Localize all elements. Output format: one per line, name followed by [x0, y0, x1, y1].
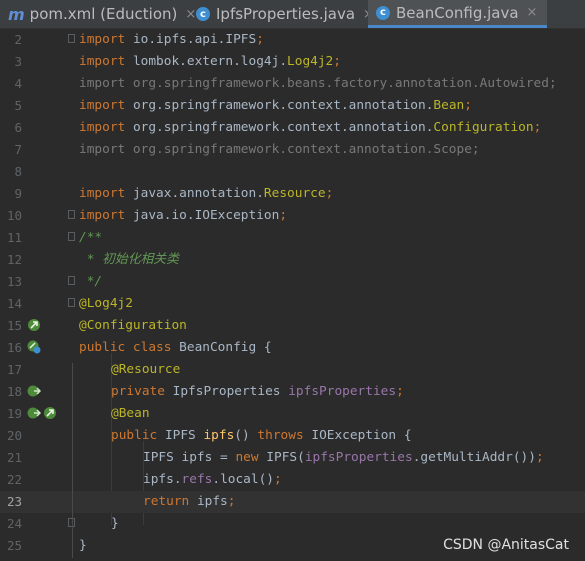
autowired-navigate-icon[interactable] [27, 384, 41, 398]
code-text: import org.springframework.beans.factory… [79, 76, 557, 91]
code-text: @Log4j2 [79, 296, 133, 311]
code-line: 5 import org.springframework.context.ann… [0, 95, 585, 117]
code-text: * 初始化相关类 [79, 252, 179, 267]
line-number: 4 [14, 76, 22, 91]
class-icon: c [376, 5, 390, 20]
code-line: 2 import io.ipfs.api.IPFS; [0, 29, 585, 51]
code-text: import io.ipfs.api.IPFS; [79, 32, 264, 47]
code-text: private IpfsProperties ipfsProperties; [111, 384, 404, 399]
line-number: 2 [14, 32, 22, 47]
code-line: 14 @Log4j2 [0, 293, 585, 315]
line-number: 6 [14, 120, 22, 135]
tab-label: IpfsProperties.java [216, 5, 356, 23]
line-number: 22 [6, 472, 22, 487]
code-text: } [79, 538, 87, 553]
line-number: 7 [14, 142, 22, 157]
code-line: 17 @Resource [0, 359, 585, 381]
code-line: 8 [0, 161, 585, 183]
fold-marker-icon[interactable] [68, 210, 75, 219]
line-number: 14 [6, 296, 22, 311]
fold-marker-icon[interactable] [68, 298, 75, 307]
line-number: 3 [14, 54, 22, 69]
watermark: CSDN @AnitasCat [443, 537, 569, 553]
line-number: 15 [6, 318, 22, 333]
code-line: 6 import org.springframework.context.ann… [0, 117, 585, 139]
tab-pom-xml[interactable]: m pom.xml (Eduction) × [8, 0, 196, 28]
code-text: public IPFS ipfs() throws IOException { [111, 428, 412, 443]
code-text: @Resource [111, 362, 181, 377]
code-line-current: 23 return ipfs; [0, 491, 585, 513]
bean-navigate-icon[interactable] [27, 406, 41, 420]
spring-bean-icon[interactable] [27, 318, 41, 332]
code-line: 12 * 初始化相关类 [0, 249, 585, 271]
code-text: IPFS ipfs = new IPFS(ipfsProperties.getM… [143, 450, 544, 465]
fold-marker-icon[interactable] [68, 232, 75, 241]
line-number: 12 [6, 252, 22, 267]
close-icon[interactable]: × [185, 7, 196, 22]
code-line: 16 public class BeanConfig { [0, 337, 585, 359]
line-number: 10 [6, 208, 22, 223]
line-number: 20 [6, 428, 22, 443]
code-text: /** [79, 230, 103, 245]
code-text: import org.springframework.context.annot… [79, 120, 542, 135]
code-text: */ [79, 274, 103, 289]
code-line: 9 import javax.annotation.Resource; [0, 183, 585, 205]
code-line: 21 IPFS ipfs = new IPFS(ipfsProperties.g… [0, 447, 585, 469]
line-number: 17 [6, 362, 22, 377]
line-number: 21 [6, 450, 22, 465]
code-text: public class BeanConfig { [79, 340, 272, 355]
line-number: 9 [14, 186, 22, 201]
code-text: @Configuration [79, 318, 187, 333]
code-line: 18 private IpfsProperties ipfsProperties… [0, 381, 585, 403]
tab-label: pom.xml (Eduction) [29, 5, 178, 23]
code-text: import javax.annotation.Resource; [79, 186, 334, 201]
code-line: 4 import org.springframework.beans.facto… [0, 73, 585, 95]
code-line: 11 /** [0, 227, 585, 249]
line-number: 5 [14, 98, 22, 113]
code-line: 22 ipfs.refs.local(); [0, 469, 585, 491]
spring-bean-icon[interactable] [43, 406, 57, 420]
code-text: } [111, 516, 119, 531]
code-text: import org.springframework.context.annot… [79, 142, 480, 157]
fold-guide [72, 363, 73, 558]
code-line: 10 import java.io.IOException; [0, 205, 585, 227]
code-line: 13 */ [0, 271, 585, 293]
code-line: 7 import org.springframework.context.ann… [0, 139, 585, 161]
line-number: 24 [6, 516, 22, 531]
tab-label: BeanConfig.java [396, 3, 519, 22]
class-icon: c [196, 7, 210, 21]
tab-ipfs-properties[interactable]: c IpfsProperties.java × [196, 0, 374, 28]
spring-config-icon[interactable] [27, 340, 41, 354]
editor-tab-bar: m pom.xml (Eduction) × c IpfsProperties.… [0, 0, 585, 29]
tab-bean-config[interactable]: c BeanConfig.java × [368, 0, 548, 28]
code-line: 3 import lombok.extern.log4j.Log4j2; [0, 51, 585, 73]
line-number: 11 [6, 230, 22, 245]
code-text: @Bean [111, 406, 150, 421]
close-icon[interactable]: × [527, 5, 538, 20]
line-number: 19 [6, 406, 22, 421]
code-line: 20 public IPFS ipfs() throws IOException… [0, 425, 585, 447]
line-number: 23 [6, 494, 22, 509]
line-number: 13 [6, 274, 22, 289]
line-number: 18 [6, 384, 22, 399]
code-line: 19 @Bean [0, 403, 585, 425]
code-text: import lombok.extern.log4j.Log4j2; [79, 54, 341, 69]
code-text: ipfs.refs.local(); [143, 472, 282, 487]
code-text: import org.springframework.context.annot… [79, 98, 472, 113]
fold-marker-icon[interactable] [68, 34, 75, 43]
maven-icon: m [8, 4, 25, 24]
code-line: 15 @Configuration [0, 315, 585, 337]
code-editor[interactable]: 2 import io.ipfs.api.IPFS; 3 import lomb… [0, 28, 585, 561]
code-text: import java.io.IOException; [79, 208, 288, 223]
line-number: 8 [14, 164, 22, 179]
line-number: 25 [6, 538, 22, 553]
code-text: return ipfs; [143, 494, 236, 509]
code-line: 24 } [0, 513, 585, 535]
fold-marker-icon[interactable] [68, 276, 75, 285]
line-number: 16 [6, 340, 22, 355]
